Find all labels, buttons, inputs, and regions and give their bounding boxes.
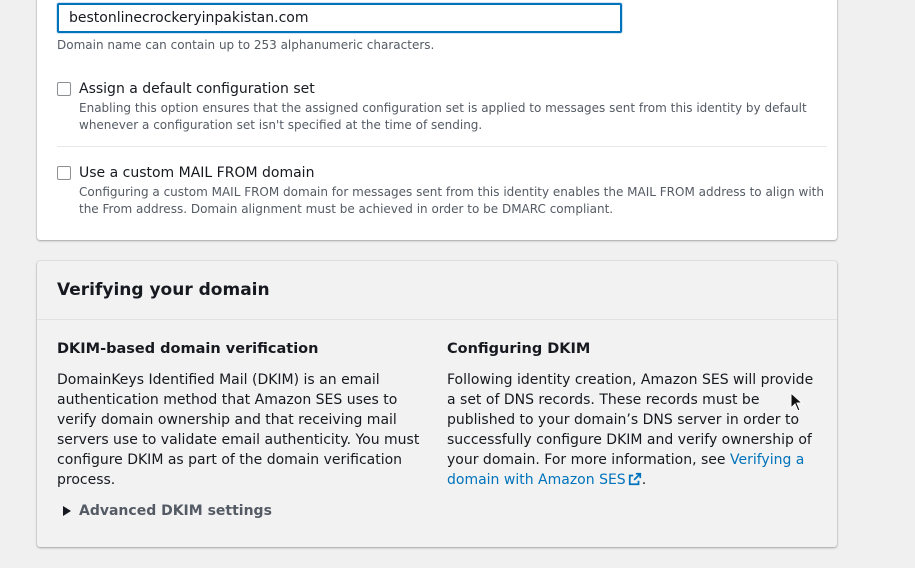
mouse-cursor-icon (790, 392, 804, 412)
verifying-domain-header: Verifying your domain (37, 261, 837, 320)
domain-input[interactable] (57, 3, 622, 33)
domain-hint: Domain name can contain up to 253 alphan… (57, 38, 435, 52)
configuring-dkim-title: Configuring DKIM (447, 341, 591, 357)
custom-mail-from-description: Configuring a custom MAIL FROM domain fo… (79, 185, 824, 216)
external-link-icon (628, 472, 641, 486)
advanced-dkim-settings-toggle[interactable]: Advanced DKIM settings (63, 503, 272, 519)
dkim-verification-text: DomainKeys Identified Mail (DKIM) is an … (57, 372, 420, 488)
advanced-dkim-settings-label[interactable]: Advanced DKIM settings (79, 503, 272, 519)
verifying-domain-title: Verifying your domain (57, 280, 270, 300)
custom-mail-from-label[interactable]: Use a custom MAIL FROM domain (79, 165, 314, 181)
options-divider (57, 146, 827, 147)
custom-mail-from-checkbox[interactable] (57, 166, 71, 180)
configuring-dkim-text-end: . (641, 472, 647, 488)
default-config-set-checkbox[interactable] (57, 82, 71, 96)
verifying-domain-card: Verifying your domain DKIM-based domain … (37, 261, 837, 547)
dkim-verification-title: DKIM-based domain verification (57, 341, 319, 357)
caret-right-icon (63, 506, 71, 516)
configuring-dkim-text: Following identity creation, Amazon SES … (447, 370, 822, 490)
default-config-set-description: Enabling this option ensures that the as… (79, 101, 807, 132)
default-config-set-label[interactable]: Assign a default configuration set (79, 81, 315, 97)
